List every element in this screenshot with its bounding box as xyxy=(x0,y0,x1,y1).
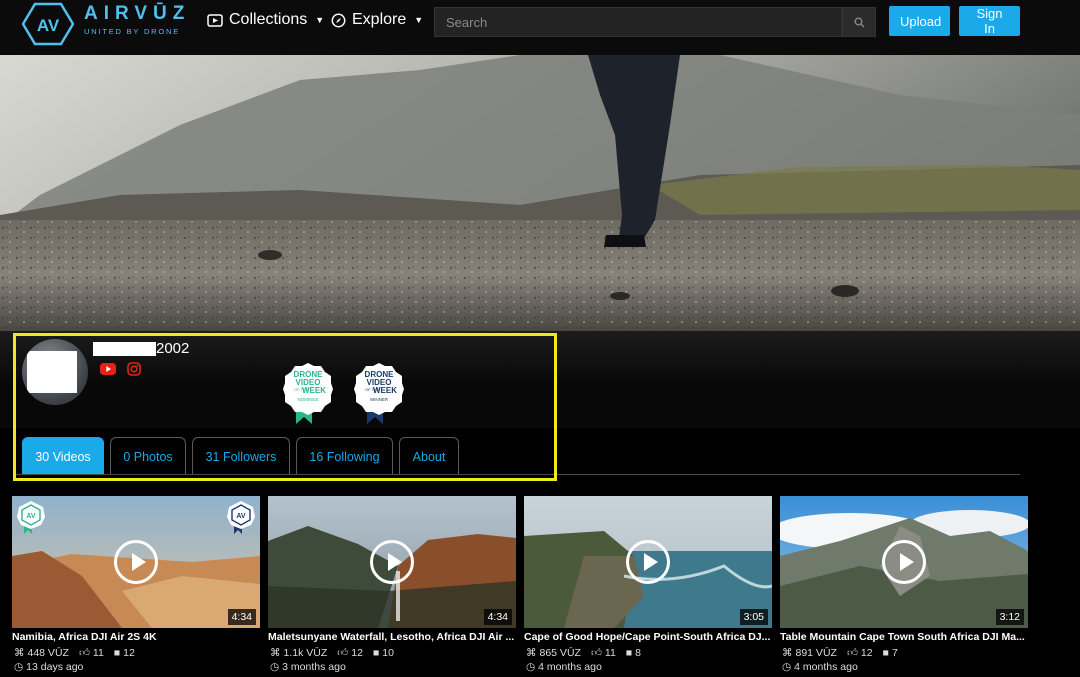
video-thumbnail[interactable]: 3:05 xyxy=(524,496,772,628)
video-title[interactable]: Maletsunyane Waterfall, Lesotho, Africa … xyxy=(268,631,516,643)
like-icon: 👍︎ xyxy=(78,647,90,659)
video-age: ◷ 4 months ago xyxy=(782,661,858,673)
explore-menu[interactable]: Explore ▼ xyxy=(331,11,423,29)
play-icon[interactable] xyxy=(882,540,926,584)
comment-count: 7 xyxy=(891,646,898,659)
clock-icon: ◷ xyxy=(270,661,280,673)
clock-icon: ◷ xyxy=(782,661,792,673)
play-icon[interactable] xyxy=(114,540,158,584)
airvuz-logo[interactable]: AV xyxy=(22,2,74,46)
video-age: ◷ 3 months ago xyxy=(270,661,346,673)
video-card[interactable]: 3:12 Table Mountain Cape Town South Afri… xyxy=(780,496,1028,677)
search-input[interactable] xyxy=(434,7,842,37)
collections-icon xyxy=(207,13,223,27)
video-age-text: 13 days ago xyxy=(26,661,84,673)
view-count: 1.1k VŪZ xyxy=(283,646,328,659)
like-icon: 👍︎ xyxy=(590,647,602,659)
video-title[interactable]: Cape of Good Hope/Cape Point-South Afric… xyxy=(524,631,772,643)
cover-banner xyxy=(0,55,1080,331)
like-count: 12 xyxy=(351,646,363,659)
like-count: 12 xyxy=(860,646,873,659)
video-age-text: 3 months ago xyxy=(282,661,346,673)
video-age: ◷ 13 days ago xyxy=(14,661,83,673)
like-icon: 👍︎ xyxy=(337,647,349,659)
top-navbar: AV AIRVŪZ UNITED BY DRONE Collections ▼ … xyxy=(0,0,1080,55)
like-count: 11 xyxy=(92,646,104,659)
brand[interactable]: AIRVŪZ UNITED BY DRONE xyxy=(84,3,190,36)
search-icon xyxy=(854,17,864,27)
view-count: 448 VŪZ xyxy=(27,646,69,659)
video-thumbnail[interactable]: 4:34 xyxy=(268,496,516,628)
video-stats: ⌘ 891 VŪZ 👍︎ 12 ■ 7 xyxy=(782,646,898,660)
like-count: 11 xyxy=(604,646,616,659)
brand-tagline: UNITED BY DRONE xyxy=(84,27,181,36)
explore-label: Explore xyxy=(352,11,407,28)
vuz-icon: ⌘ xyxy=(14,646,25,659)
video-duration: 4:34 xyxy=(227,609,256,625)
comment-count: 12 xyxy=(123,646,135,659)
video-duration: 3:12 xyxy=(995,609,1024,625)
video-age-text: 4 months ago xyxy=(794,661,858,673)
logo-text: AV xyxy=(37,16,60,35)
cover-image xyxy=(0,55,1080,331)
play-icon[interactable] xyxy=(370,540,414,584)
sign-in-button[interactable]: Sign In xyxy=(959,6,1020,36)
collections-label: Collections xyxy=(229,11,308,28)
video-title[interactable]: Namibia, Africa DJI Air 2S 4K xyxy=(12,631,260,643)
comment-icon: ■ xyxy=(625,646,633,659)
video-card[interactable]: 4:34 Maletsunyane Waterfall, Lesotho, Af… xyxy=(268,496,516,677)
video-age-text: 4 months ago xyxy=(538,661,602,673)
clock-icon: ◷ xyxy=(526,661,536,673)
video-thumbnail[interactable]: 3:12 xyxy=(780,496,1028,628)
av-badge-icon: AV xyxy=(227,501,255,534)
collections-menu[interactable]: Collections ▼ xyxy=(207,11,324,29)
video-duration: 4:34 xyxy=(483,609,512,625)
compass-icon xyxy=(331,13,346,27)
video-card[interactable]: AV AV 4:34 Namibia, Africa DJI Air 2S 4K… xyxy=(12,496,260,677)
highlight-box xyxy=(13,333,557,481)
video-stats: ⌘ 1.1k VŪZ 👍︎ 12 ■ 10 xyxy=(270,646,394,660)
brand-name: AIRVŪZ xyxy=(84,3,191,24)
clock-icon: ◷ xyxy=(14,661,24,673)
av-badge-icon: AV xyxy=(17,501,45,534)
vuz-icon: ⌘ xyxy=(270,646,281,659)
video-age: ◷ 4 months ago xyxy=(526,661,602,673)
like-icon: 👍︎ xyxy=(846,647,858,659)
comment-icon: ■ xyxy=(113,646,121,659)
chevron-down-icon: ▼ xyxy=(315,15,325,25)
video-thumbnail[interactable]: AV AV 4:34 xyxy=(12,496,260,628)
upload-button[interactable]: Upload xyxy=(889,6,950,36)
svg-text:AV: AV xyxy=(236,513,246,520)
video-stats: ⌘ 448 VŪZ 👍︎ 11 ■ 12 xyxy=(14,646,135,660)
view-count: 891 VŪZ xyxy=(795,646,837,659)
comment-icon: ■ xyxy=(372,646,380,659)
vuz-icon: ⌘ xyxy=(526,646,537,659)
video-stats: ⌘ 865 VŪZ 👍︎ 11 ■ 8 xyxy=(526,646,642,660)
video-card[interactable]: 3:05 Cape of Good Hope/Cape Point-South … xyxy=(524,496,772,677)
vuz-icon: ⌘ xyxy=(782,646,793,659)
comment-count: 10 xyxy=(382,646,394,659)
svg-text:AV: AV xyxy=(26,513,36,520)
video-title[interactable]: Table Mountain Cape Town South Africa DJ… xyxy=(780,631,1028,643)
video-duration: 3:05 xyxy=(739,609,768,625)
view-count: 865 VŪZ xyxy=(539,646,581,659)
search-button[interactable] xyxy=(842,7,876,37)
chevron-down-icon: ▼ xyxy=(414,15,424,25)
comment-count: 8 xyxy=(635,646,642,659)
comment-icon: ■ xyxy=(882,646,889,659)
play-icon[interactable] xyxy=(626,540,670,584)
